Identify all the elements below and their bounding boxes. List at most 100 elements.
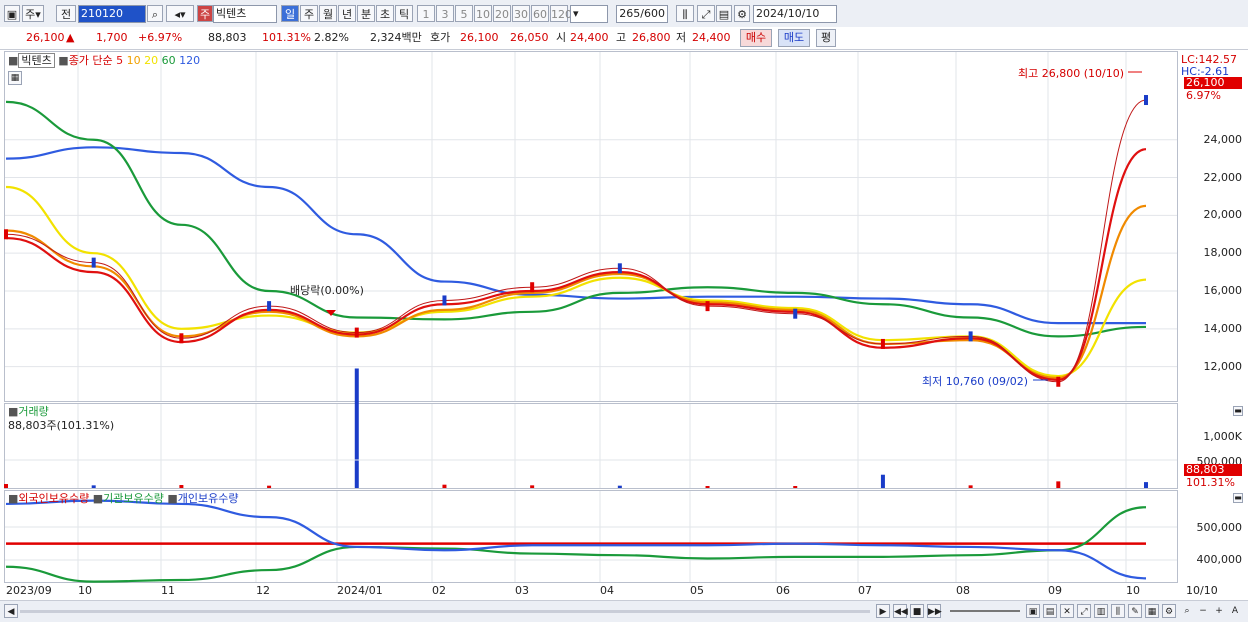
candle <box>968 331 973 342</box>
holding-close-icon[interactable]: ▬ <box>1233 493 1243 503</box>
volume-bar <box>442 484 447 488</box>
x-label-8: 05 <box>690 584 704 597</box>
ma-legend-120: 120 <box>175 54 201 67</box>
volume-bar <box>4 484 8 488</box>
price-legend: ■ 빅텐츠 ■종가 단순 5 10 20 60 120 <box>8 53 201 68</box>
volume-bar <box>617 485 622 488</box>
grid-icon[interactable]: ▦ <box>8 71 22 85</box>
tool-icon-1[interactable]: ▣ <box>1026 604 1040 618</box>
x-label-2: 11 <box>161 584 175 597</box>
price-tick-3: 18,000 <box>1203 246 1243 260</box>
x-label-5: 02 <box>432 584 446 597</box>
volume-bar <box>880 474 885 488</box>
forward-icon[interactable]: ▶▶ <box>927 604 942 618</box>
candle <box>267 301 272 312</box>
x-label-12: 09 <box>1048 584 1062 597</box>
price-tick-2: 20,000 <box>1203 208 1243 222</box>
rewind-icon[interactable]: ◀◀ <box>893 604 908 618</box>
volume-close-icon[interactable]: ▬ <box>1233 406 1243 416</box>
volume-bar <box>1144 482 1148 488</box>
price-tag: 26,100 <box>1184 77 1242 89</box>
tool-icon-3[interactable]: ✕ <box>1060 604 1074 618</box>
tool-icon-7[interactable]: ✎ <box>1128 604 1142 618</box>
candle <box>1056 376 1061 387</box>
legend-institution: 기관보유수량 <box>103 492 164 505</box>
x-label-3: 12 <box>256 584 270 597</box>
play-icon[interactable]: ▶ <box>876 604 890 618</box>
ma-legend-60: 60 <box>158 54 176 67</box>
x-label-6: 03 <box>515 584 529 597</box>
candle <box>354 327 359 338</box>
x-label-0: 2023/09 <box>6 584 52 597</box>
ma-legend-10: 10 <box>123 54 141 67</box>
stop-icon[interactable]: ■ <box>910 604 924 618</box>
price-tick-1: 22,000 <box>1203 170 1243 184</box>
candle <box>530 282 535 293</box>
candle <box>4 229 8 240</box>
volume-bar <box>354 368 359 488</box>
hold-tick-1: 500,000 <box>1196 521 1243 534</box>
x-label-7: 04 <box>600 584 614 597</box>
volume-bar <box>793 486 798 488</box>
scroll-left-icon[interactable]: ◀ <box>4 604 18 618</box>
price-tick-0: 24,000 <box>1203 132 1243 146</box>
candle <box>793 308 798 319</box>
x-label-11: 08 <box>956 584 970 597</box>
volume-title-text: 거래량 <box>18 405 49 418</box>
candle <box>442 295 447 306</box>
tool-icon-8[interactable]: ▦ <box>1145 604 1159 618</box>
volume-bar <box>968 485 973 488</box>
volume-tag2: 101.31% <box>1186 476 1235 489</box>
tool-icon-6[interactable]: ⫼ <box>1111 604 1125 618</box>
legend-close: 종가 단순 <box>68 54 113 67</box>
series-line-60 <box>5 100 1147 338</box>
vol-tick-1: 1,000K <box>1203 430 1242 443</box>
price-tick-4: 16,000 <box>1203 284 1243 297</box>
holding-line-2 <box>5 499 1147 580</box>
holding-legend: ■외국인보유수량 ■기관보유수량 ■개인보유수량 <box>8 492 239 505</box>
tool-icon-4[interactable]: ⤢ <box>1077 604 1091 618</box>
ma-legend-20: 20 <box>140 54 159 67</box>
x-label-4: 2024/01 <box>337 584 383 597</box>
volume-bar <box>530 485 535 488</box>
legend-stock-name: 빅텐츠 <box>18 53 55 68</box>
volume-value-label: 88,803주(101.31%) <box>8 419 115 432</box>
candle <box>617 263 622 274</box>
volume-bar <box>267 485 272 488</box>
tool-icon-2[interactable]: ▤ <box>1043 604 1057 618</box>
max-note: 최고 26,800 (10/10) <box>1018 67 1125 80</box>
candle <box>179 333 184 344</box>
pct-tag: 6.97% <box>1186 89 1221 102</box>
volume-title: ■거래량 <box>8 405 49 418</box>
dividend-note: 배당락(0.00%) <box>290 284 364 297</box>
candle <box>705 301 710 312</box>
candle <box>91 257 96 268</box>
x-label-13: 10 <box>1126 584 1140 597</box>
min-note: 최저 10,760 (09/02) <box>922 375 1029 388</box>
volume-bar <box>91 485 96 488</box>
tool-icon-5[interactable]: ▥ <box>1094 604 1108 618</box>
volume-bar <box>705 486 710 488</box>
candle <box>880 338 885 349</box>
volume-bar <box>1056 481 1061 488</box>
legend-foreign: 외국인보유수량 <box>18 492 90 505</box>
zoom-slider[interactable] <box>950 610 1020 612</box>
legend-individual: 개인보유수량 <box>177 492 239 505</box>
x-label-1: 10 <box>78 584 92 597</box>
series-line-10 <box>5 204 1147 380</box>
zoom-out-icon[interactable]: − <box>1196 604 1210 618</box>
scrollbar-track[interactable] <box>20 610 870 613</box>
series-line-5 <box>5 148 1147 381</box>
tool-icon-9[interactable]: ⚙ <box>1162 604 1176 618</box>
x-label-10: 07 <box>858 584 872 597</box>
zoom-in-icon[interactable]: + <box>1212 604 1226 618</box>
bottom-toolbar: ◀ ▶ ◀◀ ■ ▶▶ ▣ ▤ ✕ ⤢ ▥ ⫼ ✎ ▦ ⚙ ⌕ − + A <box>0 600 1248 622</box>
candle <box>1144 95 1148 106</box>
volume-tag: 88,803 <box>1184 464 1242 476</box>
hold-tick-2: 400,000 <box>1196 553 1243 566</box>
chart-canvas <box>4 52 1177 583</box>
series-line-120 <box>5 146 1146 325</box>
text-icon[interactable]: A <box>1228 604 1242 618</box>
zoom-icon[interactable]: ⌕ <box>1180 604 1194 618</box>
price-tick-6: 12,000 <box>1203 359 1243 373</box>
